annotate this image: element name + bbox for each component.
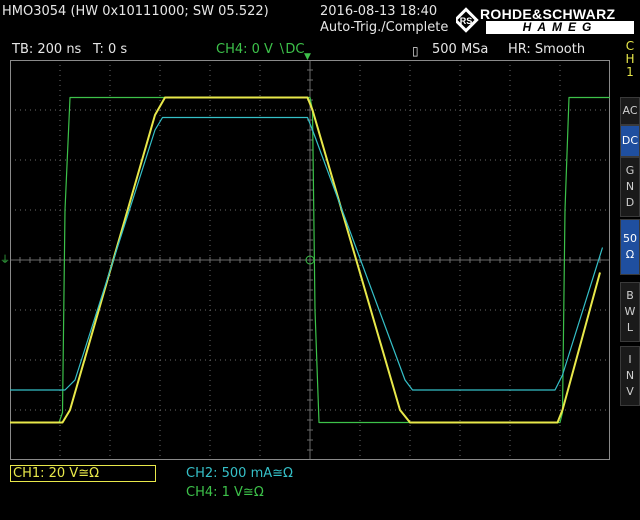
waveform-chart[interactable] bbox=[10, 60, 610, 460]
side-button-label: N bbox=[625, 180, 635, 193]
datetime: 2016-08-13 18:40 bbox=[320, 4, 438, 19]
timebase[interactable]: TB: 200 ns bbox=[12, 42, 81, 58]
side-button-50ohm[interactable]: 50 Ω bbox=[620, 219, 640, 275]
trigger-position-marker[interactable]: ▼ bbox=[304, 53, 311, 62]
side-button-label: N bbox=[625, 369, 635, 382]
side-button-label: L bbox=[626, 321, 634, 334]
side-button-label: D bbox=[625, 196, 635, 209]
side-button-label: V bbox=[626, 385, 634, 398]
brand-logo: RS ROHDE&SCHWARZ HAMEG bbox=[453, 4, 636, 36]
memory-icon: ▯ bbox=[412, 44, 419, 58]
side-button-label: DC bbox=[621, 134, 639, 147]
trace-ch2 bbox=[10, 116, 604, 391]
side-button-label: AC bbox=[622, 104, 638, 117]
brand-sub: HAMEG bbox=[486, 21, 634, 34]
model-info: HMO3054 (HW 0x10111000; SW 05.522) bbox=[2, 4, 269, 19]
ground-marker[interactable]: ⏚ bbox=[0, 256, 10, 266]
side-button-bwl[interactable]: B W L bbox=[620, 282, 640, 342]
side-button-label: B bbox=[626, 289, 634, 302]
side-button-inv[interactable]: I N V bbox=[620, 346, 640, 406]
svg-text:RS: RS bbox=[460, 16, 473, 26]
side-button-label: G bbox=[625, 164, 635, 177]
acquisition-mode[interactable]: HR: Smooth bbox=[508, 42, 585, 58]
side-channel-label: C H 1 bbox=[620, 40, 640, 79]
trigger-channel[interactable]: CH4: 0 V ∖DC bbox=[216, 42, 304, 58]
side-button-label: I bbox=[628, 353, 632, 366]
title-bar: HMO3054 (HW 0x10111000; SW 05.522) 2016-… bbox=[0, 0, 640, 40]
side-button-gnd[interactable]: G N D bbox=[620, 157, 640, 217]
side-button-label: Ω bbox=[625, 248, 635, 261]
side-button-dc[interactable]: DC bbox=[620, 125, 640, 157]
waveform-display[interactable] bbox=[10, 60, 610, 460]
ch-letter: 1 bbox=[626, 65, 634, 79]
acquisition-status: Auto-Trig./Complete bbox=[320, 20, 449, 35]
sample-rate[interactable]: 500 MSa bbox=[432, 42, 488, 58]
ch4-status[interactable]: CH4: 1 V≅Ω bbox=[186, 485, 264, 501]
ch1-status[interactable]: CH1: 20 V≅Ω bbox=[13, 466, 99, 482]
side-button-ac[interactable]: AC bbox=[620, 97, 640, 125]
side-button-label: 50 bbox=[623, 232, 637, 245]
ch2-status[interactable]: CH2: 500 mA≅Ω bbox=[186, 466, 293, 482]
side-button-label: W bbox=[624, 305, 636, 318]
trigger-time[interactable]: T: 0 s bbox=[93, 42, 127, 58]
